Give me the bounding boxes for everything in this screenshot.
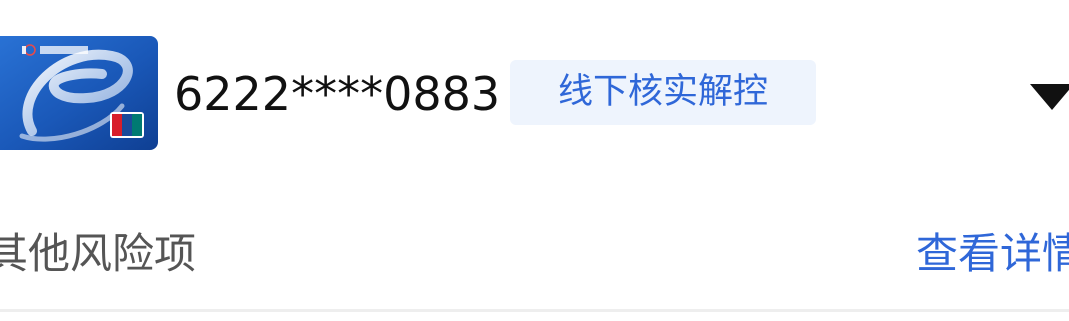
risk-detail-screen: 6222****0883 线下核实解控 其他风险项 查看详情	[0, 0, 1069, 321]
divider	[0, 309, 1069, 312]
card-number: 6222****0883	[174, 67, 501, 121]
view-details-link[interactable]: 查看详情	[916, 228, 1069, 280]
bank-card-image	[0, 36, 158, 150]
bank-card-row[interactable]: 6222****0883 线下核实解控	[0, 0, 1069, 180]
caret-down-icon[interactable]	[1030, 84, 1069, 110]
status-badge: 线下核实解控	[510, 60, 816, 125]
other-risks-row[interactable]: 其他风险项 查看详情	[0, 200, 1069, 310]
section-title: 其他风险项	[0, 229, 197, 278]
